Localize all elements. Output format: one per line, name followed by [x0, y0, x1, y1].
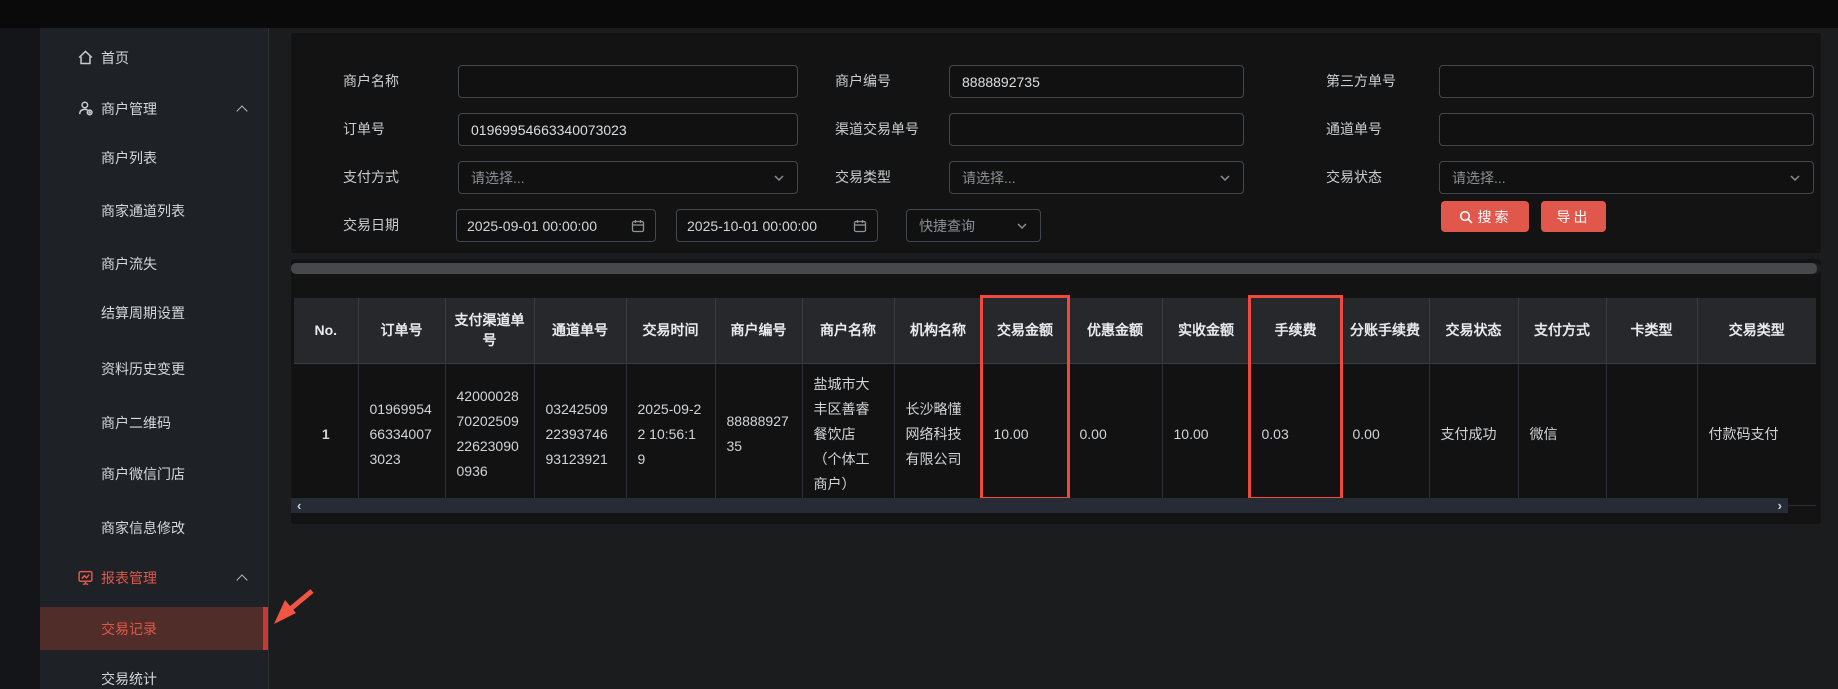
- sidebar-item-merchant-qrcode[interactable]: 商户二维码: [40, 401, 268, 444]
- search-form-card: 商户名称 商户编号 第三方单号 订单号 渠道交易单号 通道单号 支付方式 请选择…: [291, 33, 1821, 253]
- trade-type-select[interactable]: 请选择...: [949, 161, 1244, 194]
- col-header-merchant-name: 商户名称: [801, 298, 894, 364]
- col-header-split-fee: 分账手续费: [1340, 298, 1429, 364]
- order-no-label: 订单号: [343, 121, 385, 137]
- channel-trade-no-label: 渠道交易单号: [835, 121, 919, 137]
- chevron-down-icon: [1220, 174, 1230, 181]
- chevron-down-icon: [1790, 174, 1800, 181]
- pay-method-label: 支付方式: [343, 169, 399, 185]
- col-header-merchant-no: 商户编号: [714, 298, 802, 364]
- sidebar-item-merchant-channel-list[interactable]: 商家通道列表: [40, 189, 268, 232]
- cell-no: 1: [294, 363, 358, 506]
- channel-trade-no-input[interactable]: [949, 113, 1244, 146]
- sidebar-item-merchant-wechat-store[interactable]: 商户微信门店: [40, 452, 268, 495]
- top-horizontal-scrollbar[interactable]: [291, 263, 1821, 274]
- quick-query-select[interactable]: 快捷查询: [906, 209, 1041, 242]
- merchant-gear-icon: [76, 100, 94, 118]
- col-header-trade-amount: 交易金额: [981, 298, 1068, 364]
- sidebar-item-report-management[interactable]: 报表管理: [40, 556, 268, 599]
- calendar-icon: [853, 219, 867, 232]
- transaction-records-page: 首页 商户管理 商户列表 商家通道列表 商户流失 结算周期设置 资料历史变更 商…: [0, 0, 1838, 689]
- cell-gateway-no: 032425092239374693123921: [533, 363, 626, 506]
- cell-order-no: 01969954663340073023: [357, 363, 445, 506]
- scrollbar-thumb[interactable]: [291, 263, 1817, 274]
- col-header-pay-method: 支付方式: [1517, 298, 1606, 364]
- scroll-left-arrow-icon[interactable]: ‹: [297, 498, 301, 513]
- cell-received-amount: 10.00: [1161, 363, 1250, 506]
- table-row: 1 01969954663340073023 42000028702025092…: [294, 363, 1816, 506]
- home-icon: [76, 49, 94, 67]
- search-icon: [1459, 210, 1473, 224]
- trade-status-label: 交易状态: [1326, 169, 1382, 185]
- trade-type-label: 交易类型: [835, 169, 891, 185]
- transactions-table: No. 订单号 支付渠道单号 通道单号 交易时间 商户编号 商户名称 机构名称 …: [294, 298, 1816, 506]
- sidebar-item-merchant-list[interactable]: 商户列表: [40, 136, 268, 179]
- third-party-no-label: 第三方单号: [1326, 73, 1396, 89]
- col-header-received-amount: 实收金额: [1161, 298, 1250, 364]
- gateway-no-label: 通道单号: [1326, 121, 1382, 137]
- merchant-no-label: 商户编号: [835, 73, 891, 89]
- trade-date-label: 交易日期: [343, 217, 399, 233]
- sidebar: 首页 商户管理 商户列表 商家通道列表 商户流失 结算周期设置 资料历史变更 商…: [40, 28, 268, 689]
- col-header-gateway-no: 通道单号: [533, 298, 626, 364]
- pay-method-select[interactable]: 请选择...: [458, 161, 798, 194]
- cell-split-fee: 0.00: [1340, 363, 1429, 506]
- sidebar-item-transaction-statistics[interactable]: 交易统计: [40, 657, 268, 689]
- trade-date-end-picker[interactable]: 2025-10-01 00:00:00: [676, 209, 878, 242]
- col-header-org-name: 机构名称: [893, 298, 982, 364]
- scroll-right-arrow-icon[interactable]: ›: [1778, 498, 1782, 513]
- export-button[interactable]: 导出: [1541, 201, 1606, 232]
- merchant-no-input[interactable]: [949, 65, 1244, 98]
- col-header-no: No.: [294, 298, 358, 364]
- chevron-down-icon: [1017, 222, 1027, 229]
- col-header-fee: 手续费: [1249, 298, 1341, 364]
- col-header-pay-channel-no: 支付渠道单号: [444, 298, 534, 364]
- sidebar-item-merchant-loss[interactable]: 商户流失: [40, 242, 268, 285]
- cell-pay-channel-no: 4200002870202509226230900936: [444, 363, 534, 506]
- col-header-trade-type: 交易类型: [1696, 298, 1816, 364]
- chevron-down-icon: [774, 174, 784, 181]
- left-rail: [0, 28, 40, 689]
- sidebar-item-home[interactable]: 首页: [40, 36, 268, 79]
- cell-trade-amount: 10.00: [981, 363, 1068, 506]
- sidebar-item-transaction-records[interactable]: 交易记录: [40, 607, 268, 650]
- sidebar-item-merchant-management[interactable]: 商户管理: [40, 87, 268, 130]
- cell-org-name: 长沙略懂网络科技有限公司: [893, 363, 982, 506]
- merchant-name-input[interactable]: [458, 65, 798, 98]
- cell-trade-type: 付款码支付: [1696, 363, 1816, 506]
- calendar-icon: [631, 219, 645, 232]
- order-no-input[interactable]: [458, 113, 798, 146]
- chevron-up-icon: [236, 574, 248, 586]
- sidebar-item-data-history[interactable]: 资料历史变更: [40, 347, 268, 390]
- cell-merchant-no: 8888892735: [714, 363, 802, 506]
- col-header-trade-time: 交易时间: [625, 298, 715, 364]
- cell-pay-method: 微信: [1517, 363, 1606, 506]
- bottom-horizontal-scrollbar[interactable]: ‹ ›: [291, 498, 1788, 513]
- trade-status-select[interactable]: 请选择...: [1439, 161, 1814, 194]
- gateway-no-input[interactable]: [1439, 113, 1814, 146]
- col-header-discount-amount: 优惠金额: [1067, 298, 1162, 364]
- table-header-row: No. 订单号 支付渠道单号 通道单号 交易时间 商户编号 商户名称 机构名称 …: [294, 298, 1816, 364]
- cell-card-type: [1605, 363, 1697, 506]
- chevron-up-icon: [236, 105, 248, 117]
- col-header-trade-status: 交易状态: [1428, 298, 1518, 364]
- sidebar-item-settlement-cycle[interactable]: 结算周期设置: [40, 291, 268, 334]
- third-party-no-input[interactable]: [1439, 65, 1814, 98]
- top-bar: [0, 0, 1838, 28]
- col-header-card-type: 卡类型: [1605, 298, 1697, 364]
- cell-fee: 0.03: [1249, 363, 1341, 506]
- cell-discount-amount: 0.00: [1067, 363, 1162, 506]
- cell-trade-status: 支付成功: [1428, 363, 1518, 506]
- col-header-order-no: 订单号: [357, 298, 445, 364]
- trade-date-start-picker[interactable]: 2025-09-01 00:00:00: [456, 209, 656, 242]
- cell-trade-time: 2025-09-22 10:56:19: [625, 363, 715, 506]
- report-chart-icon: [76, 569, 94, 587]
- sidebar-item-merchant-info-edit[interactable]: 商家信息修改: [40, 506, 268, 549]
- results-table-card: No. 订单号 支付渠道单号 通道单号 交易时间 商户编号 商户名称 机构名称 …: [291, 259, 1821, 524]
- search-button[interactable]: 搜索: [1441, 201, 1529, 232]
- main-content: 商户名称 商户编号 第三方单号 订单号 渠道交易单号 通道单号 支付方式 请选择…: [268, 28, 1838, 689]
- merchant-name-label: 商户名称: [343, 73, 399, 89]
- cell-merchant-name: 盐城市大丰区善睿餐饮店（个体工商户）: [801, 363, 894, 506]
